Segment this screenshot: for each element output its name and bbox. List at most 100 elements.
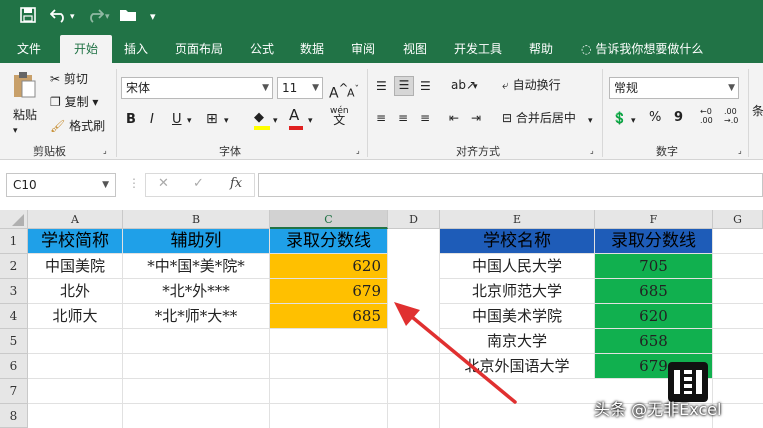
table-cell[interactable]: 620 [270,254,388,279]
font-color-button[interactable]: A [289,107,303,130]
row-header-2[interactable]: 2 [0,254,28,279]
cancel-icon[interactable]: ✕ [158,176,169,191]
fill-dropdown-icon[interactable]: ▾ [273,113,278,129]
name-box[interactable]: C10 ▼ [6,173,116,197]
font-launcher-icon[interactable]: ⌟ [356,143,360,159]
styles-label-partial[interactable]: 条 [752,103,763,119]
table-header-cell[interactable]: 学校名称 [440,229,595,254]
accounting-icon[interactable]: 💲 [612,110,627,126]
tab-help[interactable]: 帮助 [529,35,553,63]
row-header-3[interactable]: 3 [0,279,28,304]
redo-dropdown-icon[interactable]: ▾ [105,7,110,27]
table-cell[interactable]: 北外 [28,279,123,304]
fill-color-button[interactable]: ◆ [254,109,270,130]
italic-button[interactable]: I [150,112,154,128]
paste-button[interactable] [12,71,36,103]
row-header-5[interactable]: 5 [0,329,28,354]
tab-view[interactable]: 视图 [403,35,427,63]
table-cell[interactable]: 北师大 [28,304,123,329]
alignment-launcher-icon[interactable]: ⌟ [590,143,594,159]
orientation-dropdown-icon[interactable]: ▾ [473,79,478,95]
table-cell[interactable]: *中*国*美*院* [123,254,270,279]
select-all-corner[interactable] [0,210,28,229]
copy-button[interactable]: ❐ 复制 ▾ [50,94,98,110]
tab-review[interactable]: 审阅 [351,35,375,63]
bold-button[interactable]: B [126,112,136,128]
align-center-icon[interactable]: ≡ [398,110,408,126]
format-painter-button[interactable]: 🖌 格式刷 [50,118,105,134]
font-color-dropdown-icon[interactable]: ▾ [308,113,313,129]
table-cell[interactable]: 705 [595,254,713,279]
undo-icon[interactable] [49,7,68,28]
number-launcher-icon[interactable]: ⌟ [738,143,742,159]
row-header-6[interactable]: 6 [0,354,28,379]
open-folder-icon[interactable] [119,7,139,28]
table-cell[interactable]: 685 [595,279,713,304]
align-bottom-icon[interactable]: ☰ [420,78,431,94]
tab-data[interactable]: 数据 [300,35,324,63]
align-top-icon[interactable]: ☰ [376,78,387,94]
paste-label[interactable]: 粘贴 [13,107,37,123]
row-header-4[interactable]: 4 [0,304,28,329]
table-cell[interactable]: 679 [270,279,388,304]
table-cell[interactable]: 中国美院 [28,254,123,279]
undo-dropdown-icon[interactable]: ▾ [70,7,75,27]
formula-input[interactable] [258,173,763,197]
cut-button[interactable]: ✂ 剪切 [50,71,88,87]
tab-home[interactable]: 开始 [60,35,112,63]
column-header-a[interactable]: A [28,210,123,229]
table-cell[interactable]: 658 [595,329,713,354]
tab-page-layout[interactable]: 页面布局 [175,35,223,63]
table-cell[interactable]: *北*外*** [123,279,270,304]
align-middle-icon[interactable]: ☰ [394,76,414,96]
underline-button[interactable]: U [172,112,182,128]
column-header-b[interactable]: B [123,210,270,229]
column-header-g[interactable]: G [713,210,763,229]
customize-qat-icon[interactable]: ▾ [150,7,156,27]
decrease-indent-icon[interactable]: ⇤ [449,110,459,126]
percent-button[interactable]: % [649,110,661,126]
column-header-f[interactable]: F [595,210,713,229]
underline-dropdown-icon[interactable]: ▾ [187,113,192,129]
table-header-cell[interactable]: 学校简称 [28,229,123,254]
row-header-1[interactable]: 1 [0,229,28,254]
accounting-dropdown-icon[interactable]: ▾ [631,113,636,129]
comma-button[interactable]: 9 [674,110,683,126]
table-cell[interactable]: 中国人民大学 [440,254,595,279]
table-cell[interactable]: 685 [270,304,388,329]
tab-formulas[interactable]: 公式 [250,35,274,63]
align-left-icon[interactable]: ≡ [376,110,386,126]
borders-dropdown-icon[interactable]: ▾ [224,113,229,129]
font-name-select[interactable]: 宋体 ▼ [121,77,273,99]
align-right-icon[interactable]: ≡ [420,110,430,126]
tab-insert[interactable]: 插入 [124,35,148,63]
borders-icon[interactable]: ⊞ [206,111,218,127]
increase-font-icon[interactable]: A^ [329,80,348,102]
phonetic-icon[interactable]: wén 文 [330,107,349,127]
increase-indent-icon[interactable]: ⇥ [471,110,481,126]
table-cell[interactable]: *北*师*大** [123,304,270,329]
tell-me-search[interactable]: ◌ 告诉我你想要做什么 [581,35,703,63]
row-header-7[interactable]: 7 [0,379,28,404]
tab-developer[interactable]: 开发工具 [454,35,502,63]
save-icon[interactable] [20,7,36,28]
column-header-e[interactable]: E [440,210,595,229]
wrap-text-button[interactable]: ⤶ 自动换行 [502,77,561,93]
font-size-select[interactable]: 11 ▼ [277,77,323,99]
decrease-decimal-icon[interactable]: .00 →.0 [724,107,738,125]
column-header-c[interactable]: C [270,210,388,229]
paste-dropdown-icon[interactable]: ▾ [13,123,18,139]
merge-center-button[interactable]: ⊟ 合并后居中 [502,110,576,126]
merge-dropdown-icon[interactable]: ▾ [588,113,593,129]
enter-icon[interactable]: ✓ [193,176,204,191]
decrease-font-icon[interactable]: Aˇ [347,82,359,102]
table-header-cell[interactable]: 辅助列 [123,229,270,254]
table-cell[interactable]: 620 [595,304,713,329]
number-format-select[interactable]: 常规 ▼ [609,77,739,99]
column-header-d[interactable]: D [388,210,440,229]
table-header-cell[interactable]: 录取分数线 [595,229,713,254]
row-header-8[interactable]: 8 [0,404,28,428]
redo-icon[interactable] [86,7,105,28]
increase-decimal-icon[interactable]: ←0.00 [700,107,713,125]
insert-function-icon[interactable]: fx [230,176,242,191]
